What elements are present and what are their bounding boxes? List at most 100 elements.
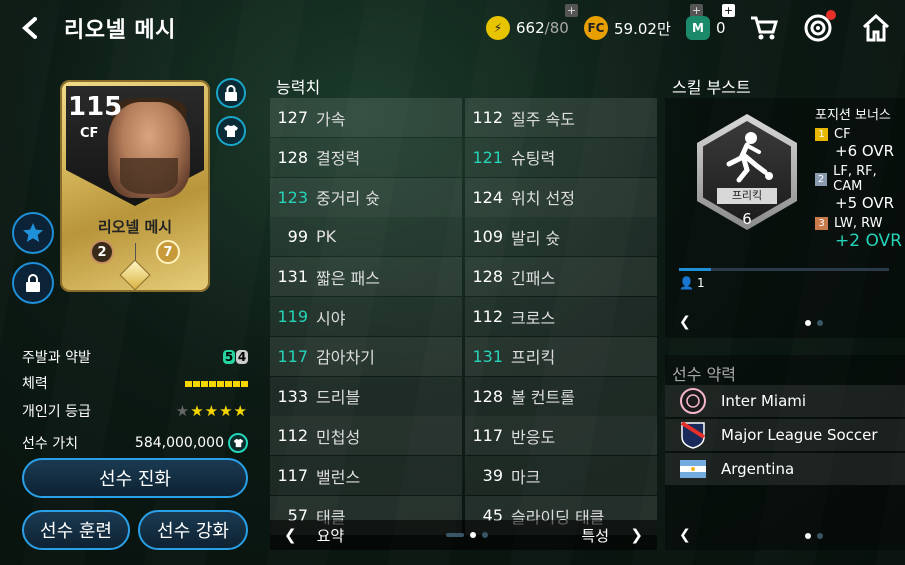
stat-value: 117 (277, 466, 308, 486)
card-position: CF (80, 126, 99, 141)
stat-cell: 117 밸런스 (270, 456, 462, 496)
stat-value: 121 (472, 147, 503, 167)
mp-value: 0 (716, 19, 726, 37)
bonus-rank: 3 (815, 217, 828, 230)
card-player-name: 리오넬 메시 (97, 218, 173, 236)
mp-currency[interactable]: M 0 (686, 14, 726, 42)
bonus-positions: LF, RF, CAM (833, 164, 877, 194)
stat-label: 긴패스 (511, 268, 556, 288)
team-row-inter-miami[interactable]: Inter Miami (665, 385, 905, 417)
stats-footer: ❮ 요약 특성 ❯ (270, 520, 657, 550)
lock-card-button[interactable] (216, 78, 246, 108)
argentina-flag-icon (679, 455, 707, 483)
popularity-label: 개인기 등급 (22, 404, 91, 420)
home-button[interactable] (860, 12, 892, 44)
energy-value: 662 (516, 19, 545, 37)
next-page-icon[interactable]: ❯ (630, 526, 643, 544)
stat-label: 짧은 패스 (316, 268, 380, 288)
history-page-dots (805, 533, 823, 539)
diamond-icon (119, 259, 151, 291)
prev-page-icon[interactable]: ❮ (284, 526, 297, 544)
skill-prev-icon[interactable]: ❮ (679, 314, 691, 330)
stat-cell: 117 감아차기 (270, 336, 462, 376)
top-bar: 리오넬 메시 ⚡ 662/80 + FC 59.02만 + M 0 + (0, 0, 905, 56)
foot-row: 주발과 약발 5 4 (22, 346, 248, 368)
foot-label: 주발과 약발 (22, 350, 91, 366)
stamina-row: 체력 (22, 372, 248, 394)
evolve-button[interactable]: 선수 진화 (22, 458, 248, 498)
grade-badge: 2 (90, 240, 114, 264)
stat-value: 127 (277, 108, 308, 127)
player-card[interactable]: 115 CF 리오넬 메시 2 7 (60, 80, 210, 292)
bonus-positions: CF (834, 127, 851, 142)
stat-value: 128 (472, 386, 503, 406)
stat-cell: 119 시야 (270, 297, 462, 336)
kit-button[interactable] (216, 116, 246, 146)
stamina-bar (184, 375, 248, 391)
notification-dot (826, 10, 836, 20)
summary-tab[interactable]: 요약 (317, 525, 345, 546)
player-value: 584,000,000 (134, 435, 224, 451)
lightning-icon: ⚡ (486, 16, 510, 40)
lock-button[interactable] (12, 262, 54, 304)
stat-cell: 128 긴패스 (465, 257, 657, 297)
shop-button[interactable] (748, 12, 780, 44)
position-bonus-item: 3 LW, RW +2 OVR (815, 216, 905, 251)
team-row-mls[interactable]: Major League Soccer (665, 419, 905, 451)
stat-label: 드리블 (316, 388, 361, 408)
train-button[interactable]: 선수 훈련 (22, 510, 130, 550)
strong-foot-value: 5 (223, 350, 235, 364)
jersey-value-icon (228, 433, 248, 453)
mls-logo-icon (679, 421, 707, 449)
skill-boost-title: 스킬 부스트 (672, 78, 751, 97)
add-mp-button[interactable]: + (722, 4, 735, 17)
skill-level: 6 (742, 210, 752, 228)
padlock-icon (26, 274, 40, 292)
stat-label: 질주 속도 (511, 109, 575, 129)
skill-boost-panel: 프리킥 6 포지션 보너스 1 CF +6 OVR 2 LF, RF, CAM +5 OV… (665, 98, 905, 338)
stat-value: 99 (287, 227, 308, 247)
stat-cell: 112 질주 속도 (465, 98, 657, 137)
stat-label: 가속 (316, 109, 346, 129)
team-row-argentina[interactable]: Argentina (665, 453, 905, 485)
stat-value: 133 (277, 386, 308, 406)
stats-title: 능력치 (276, 78, 321, 97)
stat-value: 128 (472, 267, 503, 287)
position-bonus-title: 포지션 보너스 (815, 108, 891, 123)
add-energy-button[interactable]: + (565, 4, 578, 17)
stat-cell: 128 볼 컨트롤 (465, 376, 657, 416)
stat-label: 반응도 (511, 427, 556, 447)
card-ovr: 115 (68, 92, 123, 122)
stat-label: 발리 슛 (511, 228, 561, 248)
foot-values: 5 4 (223, 350, 248, 364)
fc-points-currency[interactable]: FC 59.02만 (584, 14, 671, 42)
cart-icon (751, 16, 779, 40)
team-name: Inter Miami (721, 392, 807, 410)
back-button[interactable] (16, 14, 44, 42)
stat-cell: 39 마크 (465, 456, 657, 496)
stat-cell: 127 가속 (270, 98, 462, 137)
stat-label: 위치 선정 (511, 189, 575, 209)
boost-progress-track (679, 268, 889, 271)
skill-page-dots (805, 320, 823, 326)
stat-cell: 128 결정력 (270, 137, 462, 177)
stat-label: 감아차기 (316, 348, 375, 368)
stat-label: 프리킥 (511, 348, 556, 368)
stat-value: 131 (472, 346, 503, 366)
stat-cell: 131 프리킥 (465, 336, 657, 376)
enhance-button[interactable]: 선수 강화 (138, 510, 248, 550)
history-prev-icon[interactable]: ❮ (679, 527, 691, 543)
missions-button[interactable] (802, 10, 836, 44)
jersey-icon (224, 125, 238, 137)
favorite-button[interactable] (12, 212, 54, 254)
energy-currency[interactable]: ⚡ 662/80 (486, 14, 569, 42)
position-bonus: 포지션 보너스 1 CF +6 OVR 2 LF, RF, CAM +5 OVR 3 LW, … (815, 104, 905, 251)
boost-count: 👤 1 (679, 276, 705, 290)
traits-tab[interactable]: 특성 (581, 525, 609, 546)
stat-label: 결정력 (316, 149, 361, 169)
chevron-left-icon (22, 17, 37, 39)
history-panel: Inter Miami Major League Soccer Argentin… (665, 355, 905, 550)
stat-cell: 124 위치 선정 (465, 177, 657, 217)
stat-cell: 121 슈팅력 (465, 137, 657, 177)
stat-cell: 109 발리 슛 (465, 217, 657, 257)
